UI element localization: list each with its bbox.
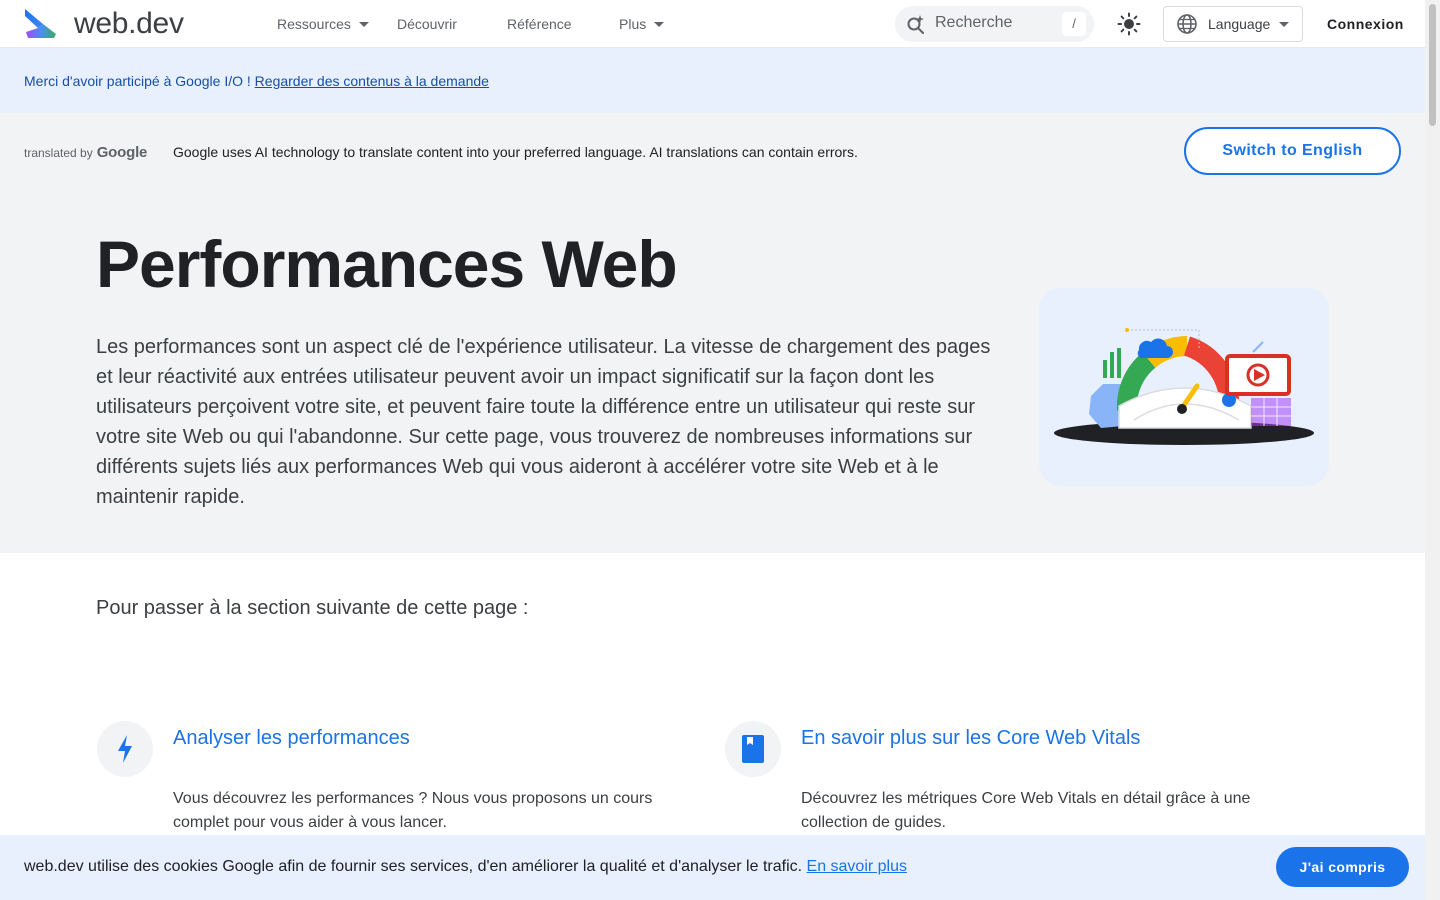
language-label: Language (1208, 16, 1271, 32)
nav-ressources[interactable]: Ressources (277, 16, 369, 32)
banner-text: Merci d'avoir participé à Google I/O ! R… (24, 73, 489, 89)
lightning-icon (118, 735, 132, 763)
cookie-message: web.dev utilise des cookies Google afin … (24, 858, 807, 875)
card-title-link[interactable]: En savoir plus sur les Core Web Vitals (801, 727, 1140, 750)
card-description: Vous découvrez les performances ? Nous v… (173, 790, 653, 831)
google-logo: Google (96, 144, 148, 161)
card-title-link[interactable]: Analyser les performances (173, 727, 410, 750)
search-spark-icon (907, 15, 924, 34)
chevron-down-icon (1279, 21, 1290, 27)
page: web.dev Ressources Découvrir Référence P… (0, 0, 1425, 900)
cookie-learn-more-link[interactable]: En savoir plus (807, 858, 908, 875)
translated-by-label: translated by (24, 146, 93, 160)
card-icon-container (725, 721, 781, 777)
chevron-down-icon (358, 21, 369, 27)
performance-illustration (1039, 288, 1329, 486)
card-icon-container (97, 721, 153, 777)
sun-icon (1117, 12, 1141, 36)
hero-description: Les performances sont un aspect clé de l… (96, 336, 991, 508)
banner-link[interactable]: Regarder des contenus à la demande (255, 73, 489, 89)
speed-gauge-illustration (1054, 328, 1314, 445)
search-input[interactable] (935, 14, 1055, 32)
translation-notice: translated by Google Google uses AI tech… (0, 113, 1425, 188)
announcement-banner: Merci d'avoir participé à Google I/O ! R… (0, 48, 1425, 113)
language-selector[interactable]: Language (1163, 6, 1303, 42)
cookie-accept-button[interactable]: J'ai compris (1276, 847, 1409, 887)
site-logo[interactable]: web.dev (22, 6, 184, 42)
chevron-down-icon (654, 21, 665, 27)
nav-plus[interactable]: Plus (619, 16, 665, 32)
theme-toggle-button[interactable] (1116, 11, 1142, 37)
hero-section: Performances Web Les performances sont u… (0, 188, 1425, 553)
signin-button[interactable]: Connexion (1327, 16, 1404, 32)
scrollbar-thumb[interactable] (1429, 4, 1436, 126)
search-shortcut-key: / (1062, 12, 1086, 36)
cookie-consent-bar: web.dev utilise des cookies Google afin … (0, 835, 1425, 900)
nav-label: Ressources (277, 16, 351, 32)
cookie-text: web.dev utilise des cookies Google afin … (24, 858, 907, 876)
nav-reference[interactable]: Référence (507, 16, 572, 32)
logo-text: web.dev (74, 7, 184, 40)
top-header: web.dev Ressources Découvrir Référence P… (0, 0, 1425, 48)
page-title: Performances Web (96, 227, 678, 301)
nav-decouvrir[interactable]: Découvrir (397, 16, 457, 32)
globe-icon (1177, 14, 1197, 34)
ai-translation-notice: Google uses AI technology to translate c… (173, 144, 858, 160)
translated-by-google: translated by Google (24, 144, 147, 161)
web-dev-logo-icon (25, 9, 56, 38)
nav-label: Référence (507, 16, 572, 32)
card-description: Découvrez les métriques Core Web Vitals … (801, 790, 1251, 831)
nav-label: Plus (619, 16, 647, 32)
book-icon (742, 735, 764, 763)
nav-label: Découvrir (397, 16, 457, 32)
jump-to-section-text: Pour passer à la section suivante de cet… (96, 597, 529, 619)
page-scrollbar[interactable] (1425, 0, 1440, 900)
banner-message: Merci d'avoir participé à Google I/O ! (24, 73, 255, 89)
switch-to-english-button[interactable]: Switch to English (1184, 127, 1401, 175)
